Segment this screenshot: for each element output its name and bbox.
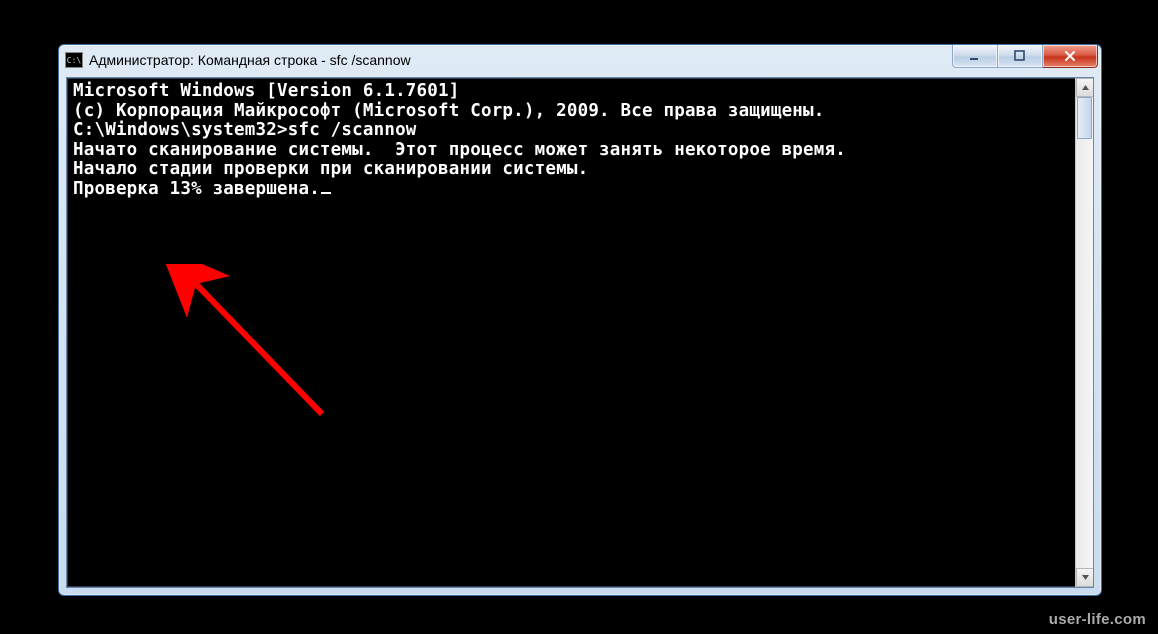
scrollbar-track[interactable] — [1076, 97, 1093, 568]
caption-buttons — [952, 45, 1098, 68]
console-output[interactable]: Microsoft Windows [Version 6.1.7601](c) … — [67, 78, 1075, 587]
console-line: Microsoft Windows [Version 6.1.7601] — [73, 82, 1069, 102]
window-title: Администратор: Командная строка - sfc /s… — [89, 52, 411, 68]
minimize-button[interactable] — [952, 45, 998, 68]
scroll-down-button[interactable] — [1076, 568, 1093, 587]
console-line: Начато сканирование системы. Этот процес… — [73, 141, 1069, 161]
close-button[interactable] — [1043, 45, 1098, 68]
titlebar[interactable]: C:\ Администратор: Командная строка - sf… — [59, 45, 1101, 75]
console-line: Проверка 13% завершена. — [73, 180, 1069, 200]
vertical-scrollbar[interactable] — [1075, 78, 1093, 587]
watermark: user-life.com — [1049, 611, 1146, 628]
maximize-button[interactable] — [998, 45, 1043, 68]
command-prompt-window: C:\ Администратор: Командная строка - sf… — [58, 44, 1102, 596]
cursor — [321, 192, 331, 194]
cmd-icon: C:\ — [65, 52, 83, 68]
console-line: (c) Корпорация Майкрософт (Microsoft Cor… — [73, 102, 1069, 122]
scroll-up-button[interactable] — [1076, 78, 1093, 97]
client-area: Microsoft Windows [Version 6.1.7601](c) … — [66, 77, 1094, 588]
console-line: C:\Windows\system32>sfc /scannow — [73, 121, 1069, 141]
console-line: Начало стадии проверки при сканировании … — [73, 160, 1069, 180]
scrollbar-thumb[interactable] — [1077, 97, 1092, 139]
